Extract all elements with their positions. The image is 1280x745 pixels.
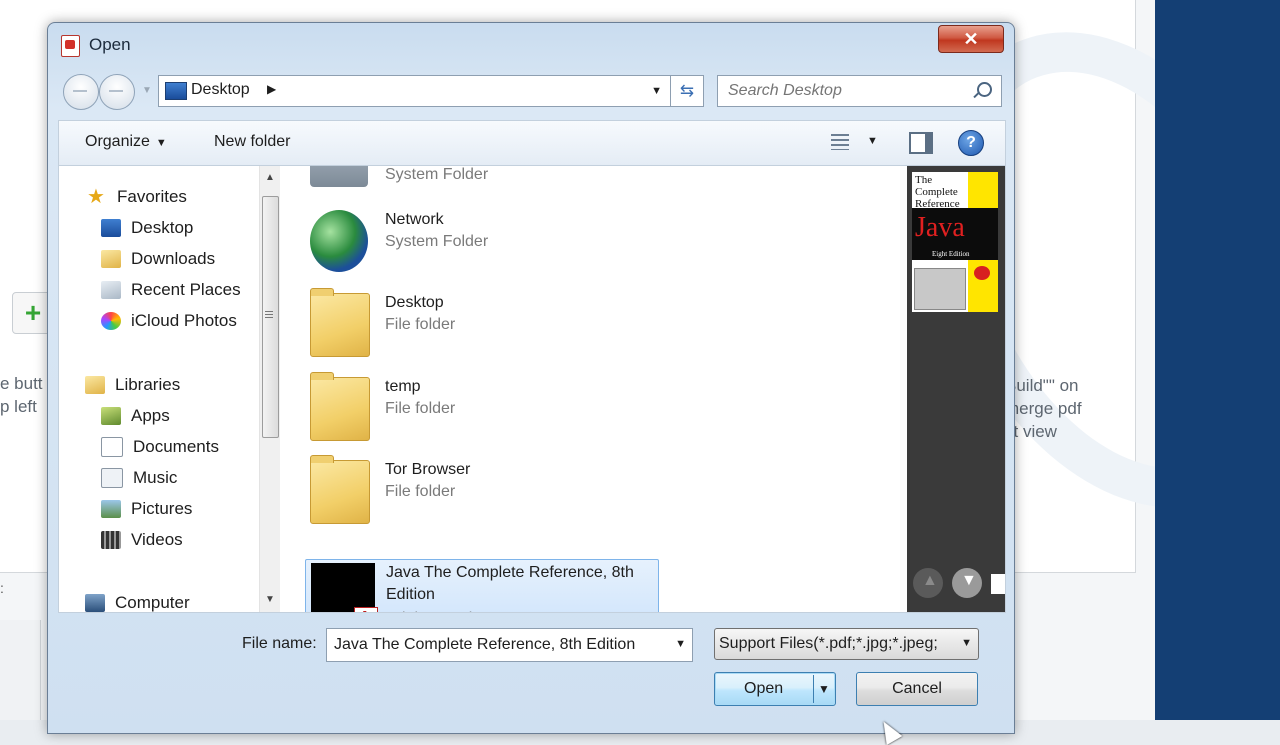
- preview-pane: The Complete Reference Java Eight Editio…: [907, 166, 1005, 612]
- cover-logo-icon: [974, 266, 990, 280]
- cancel-button[interactable]: Cancel: [856, 672, 978, 706]
- scroll-down-icon[interactable]: ▼: [265, 594, 275, 605]
- nav-item-apps[interactable]: Apps: [101, 402, 170, 430]
- browser-content: ★ Favorites Desktop Downloads Recent Pla…: [58, 165, 1006, 613]
- file-item-java-pdf[interactable]: Java The Complete Reference, 8th Edition…: [305, 559, 659, 612]
- nav-item-music[interactable]: Music: [101, 464, 177, 492]
- address-location[interactable]: Desktop: [191, 81, 250, 99]
- preview-next-page-icon[interactable]: [952, 568, 982, 598]
- system-folder-icon: [310, 166, 368, 187]
- videos-library-icon: [101, 531, 121, 549]
- folder-icon: [310, 288, 370, 357]
- view-list-icon: [831, 134, 849, 150]
- chevron-right-icon[interactable]: ▶: [267, 82, 276, 96]
- nav-favorites[interactable]: ★ Favorites: [85, 183, 187, 211]
- nav-libraries[interactable]: Libraries: [85, 371, 180, 399]
- nav-computer[interactable]: Computer: [85, 589, 190, 612]
- documents-library-icon: [101, 437, 123, 457]
- dialog-title: Open: [89, 35, 131, 54]
- book-cover-preview: The Complete Reference Java Eight Editio…: [912, 172, 998, 312]
- nav-item-icloud-photos[interactable]: iCloud Photos: [101, 307, 237, 335]
- file-name-label: File name:: [242, 635, 317, 652]
- file-item-temp[interactable]: temp File folder: [305, 368, 657, 444]
- refresh-icon: ⇆: [679, 81, 695, 100]
- search-box[interactable]: [717, 75, 1002, 107]
- preview-page-icon[interactable]: [991, 574, 1005, 594]
- chevron-down-icon: ▼: [867, 135, 878, 147]
- dialog-titlebar[interactable]: Open ✕: [48, 23, 1014, 65]
- background-dots: :: [0, 580, 4, 596]
- organize-button[interactable]: Organize ▼: [85, 133, 167, 151]
- icloud-photos-icon: [101, 312, 121, 330]
- network-globe-icon: [310, 210, 368, 272]
- open-button[interactable]: Open ▼: [714, 672, 836, 706]
- grip-icon: [265, 311, 273, 320]
- cover-edition-text: Eight Edition: [932, 250, 970, 258]
- change-view-button[interactable]: ▼: [831, 132, 879, 154]
- file-item-network[interactable]: Network System Folder: [305, 201, 657, 277]
- chevron-down-icon[interactable]: ▼: [675, 638, 686, 650]
- apps-library-icon: [101, 407, 121, 425]
- folder-icon: [310, 455, 370, 524]
- help-button[interactable]: ?: [958, 130, 984, 156]
- scroll-up-icon[interactable]: ▲: [265, 172, 275, 183]
- file-list: System Folder Network System Folder Desk…: [285, 166, 879, 612]
- nav-item-recent-places[interactable]: Recent Places: [101, 276, 241, 304]
- cover-title: The Complete Reference: [915, 174, 960, 210]
- pdf-thumbnail: [311, 563, 375, 612]
- file-type-select[interactable]: Support Files(*.pdf;*.jpg;*.jpeg; ▼: [714, 628, 979, 660]
- forward-button[interactable]: [99, 74, 135, 110]
- file-item-system-folder[interactable]: System Folder: [305, 166, 657, 192]
- preview-prev-page-icon[interactable]: [913, 568, 943, 598]
- desktop-icon: [165, 82, 187, 100]
- nav-item-documents[interactable]: Documents: [101, 433, 219, 461]
- libraries-icon: [85, 376, 105, 394]
- mouse-cursor-icon: [875, 716, 903, 745]
- address-bar[interactable]: Desktop ▶ ▼: [158, 75, 671, 107]
- nav-item-pictures[interactable]: Pictures: [101, 495, 192, 523]
- downloads-folder-icon: [101, 250, 121, 268]
- nav-item-downloads[interactable]: Downloads: [101, 245, 215, 273]
- close-button[interactable]: ✕: [938, 25, 1004, 53]
- chevron-down-icon: ▼: [961, 637, 972, 649]
- background-text-right: Build"" on merge pdf st view: [1005, 376, 1082, 441]
- pictures-library-icon: [101, 500, 121, 518]
- folder-icon: [310, 372, 370, 441]
- back-button[interactable]: [63, 74, 99, 110]
- computer-icon: [85, 594, 105, 612]
- star-icon: ★: [87, 186, 105, 208]
- search-icon[interactable]: [977, 82, 992, 97]
- navigation-scrollbar[interactable]: ▲ ▼: [259, 166, 280, 612]
- navigation-pane: ★ Favorites Desktop Downloads Recent Pla…: [59, 166, 281, 612]
- pdf-app-icon: [61, 35, 80, 57]
- nav-item-desktop[interactable]: Desktop: [101, 214, 193, 242]
- music-library-icon: [101, 468, 123, 488]
- background-blue-sidebar: [1155, 0, 1280, 720]
- adobe-acrobat-icon: [354, 607, 378, 612]
- open-options-chevron-icon[interactable]: ▼: [818, 682, 830, 696]
- file-name-combobox[interactable]: ▼: [326, 628, 693, 662]
- cover-java-text: Java: [915, 212, 965, 243]
- file-name-input[interactable]: [332, 635, 666, 655]
- refresh-button[interactable]: ⇆: [670, 75, 704, 107]
- background-lower-panel: [0, 620, 41, 720]
- desktop-icon: [101, 219, 121, 237]
- recent-places-icon: [101, 281, 121, 299]
- preview-pane-button[interactable]: [909, 132, 933, 154]
- file-item-desktop[interactable]: Desktop File folder: [305, 284, 657, 360]
- open-dialog: Open ✕ ▼ Desktop ▶ ▼ ⇆ Organize▼ New fol…: [47, 22, 1015, 745]
- recent-pages-icon[interactable]: ▼: [142, 85, 152, 96]
- background-text-left: e butt p left: [0, 374, 43, 416]
- search-input[interactable]: [726, 81, 970, 101]
- chevron-down-icon[interactable]: ▼: [651, 85, 662, 97]
- command-toolbar: Organize ▼ New folder ▼ ?: [58, 120, 1006, 166]
- new-folder-button[interactable]: New folder: [214, 133, 290, 151]
- plus-icon: +: [24, 297, 42, 328]
- file-item-tor-browser[interactable]: Tor Browser File folder: [305, 451, 657, 527]
- chevron-down-icon: ▼: [155, 137, 167, 149]
- nav-item-videos[interactable]: Videos: [101, 526, 183, 554]
